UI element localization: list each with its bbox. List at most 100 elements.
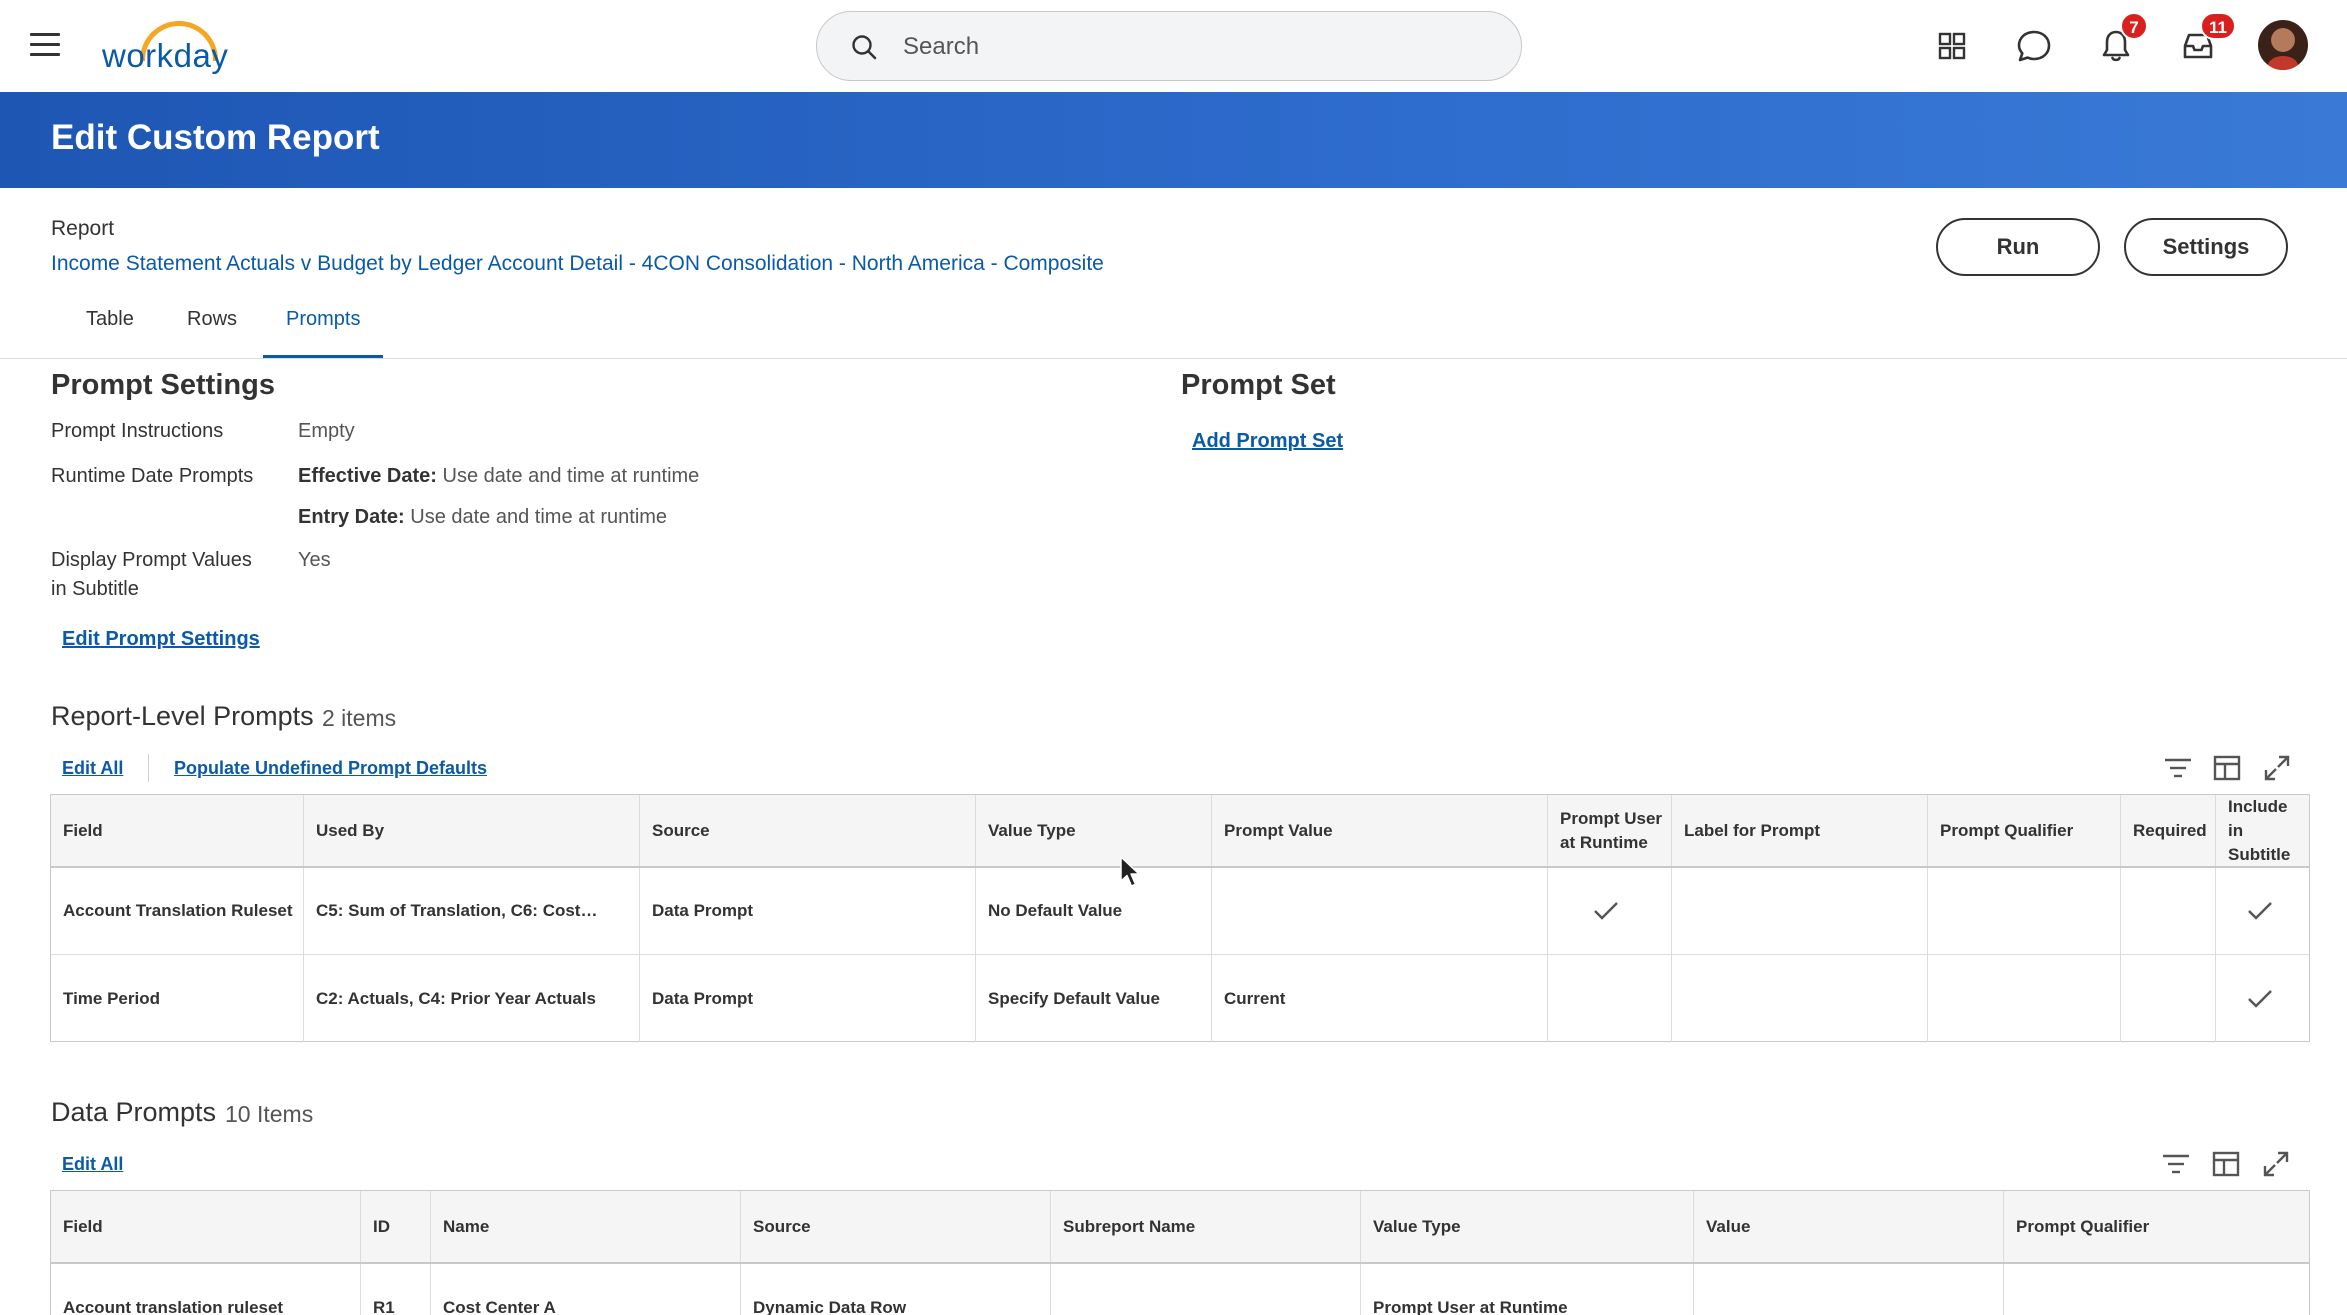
cell-label-for-prompt[interactable] <box>1672 955 1928 1042</box>
checkmark-icon <box>1593 902 1618 920</box>
col-header-prompt-user-at-runtime[interactable]: Prompt User at Runtime <box>1548 795 1672 866</box>
cell-subreport-name[interactable] <box>1051 1264 1361 1315</box>
cell-value[interactable] <box>1694 1264 2004 1315</box>
cell-prompt-user-at-runtime[interactable] <box>1548 955 1672 1042</box>
prompt-settings-heading: Prompt Settings <box>51 369 275 401</box>
cell-prompt-qualifier[interactable] <box>1928 868 2121 954</box>
cell-field[interactable]: Account translation ruleset <box>51 1264 361 1315</box>
avatar[interactable] <box>2258 20 2308 70</box>
filter-icon[interactable] <box>2160 1148 2192 1180</box>
columns-icon[interactable] <box>2211 752 2243 784</box>
prompt-set-heading: Prompt Set <box>1181 369 1336 401</box>
col-header-source[interactable]: Source <box>640 795 976 866</box>
edit-all-report-prompts-link[interactable]: Edit All <box>62 758 123 779</box>
tab-table[interactable]: Table <box>86 308 134 331</box>
col-header-value-type[interactable]: Value Type <box>976 795 1212 866</box>
col-header-field[interactable]: Field <box>51 795 304 866</box>
cell-name[interactable]: Cost Center A <box>431 1264 741 1315</box>
cell-include-in-subtitle[interactable] <box>2216 868 2311 954</box>
edit-all-data-prompts-link[interactable]: Edit All <box>62 1154 123 1175</box>
report-level-prompts-title: Report-Level Prompts <box>51 701 314 731</box>
table-row[interactable]: Account Translation Ruleset C5: Sum of T… <box>51 868 2309 955</box>
col-header-label-for-prompt[interactable]: Label for Prompt <box>1672 795 1928 866</box>
col-header-subreport-name[interactable]: Subreport Name <box>1051 1191 1361 1262</box>
col-header-prompt-qualifier[interactable]: Prompt Qualifier <box>1928 795 2121 866</box>
prompt-instructions-label: Prompt Instructions <box>51 420 224 442</box>
cell-prompt-user-at-runtime[interactable] <box>1548 868 1672 954</box>
run-button[interactable]: Run <box>1936 218 2100 276</box>
report-level-prompts-count: 2 items <box>322 705 397 731</box>
chat-icon[interactable] <box>2012 24 2056 68</box>
grid-header-row: Field ID Name Source Subreport Name Valu… <box>51 1191 2309 1264</box>
table-row[interactable]: Time Period C2: Actuals, C4: Prior Year … <box>51 955 2309 1042</box>
search-bar[interactable] <box>816 11 1522 81</box>
settings-button[interactable]: Settings <box>2124 218 2288 276</box>
data-prompts-title: Data Prompts <box>51 1097 217 1127</box>
col-header-value[interactable]: Value <box>1694 1191 2004 1262</box>
grid-header-row: Field Used By Source Value Type Prompt V… <box>51 795 2309 868</box>
col-header-used-by[interactable]: Used By <box>304 795 640 866</box>
fullscreen-icon[interactable] <box>2261 752 2293 784</box>
report-label: Report <box>51 217 115 240</box>
col-header-source[interactable]: Source <box>741 1191 1051 1262</box>
entry-date-value: Entry Date: Use date and time at runtime <box>298 503 667 532</box>
tabs-divider <box>0 358 2347 359</box>
col-header-prompt-value[interactable]: Prompt Value <box>1212 795 1548 866</box>
cell-value-type[interactable]: No Default Value <box>976 868 1212 954</box>
cell-label-for-prompt[interactable] <box>1672 868 1928 954</box>
cell-prompt-qualifier[interactable] <box>1928 955 2121 1042</box>
cell-id[interactable]: R1 <box>361 1264 431 1315</box>
search-input[interactable] <box>903 26 1483 68</box>
display-prompt-values-line1: Display Prompt Values <box>51 549 252 571</box>
cell-prompt-value[interactable] <box>1212 868 1548 954</box>
entry-date-label: Entry Date: <box>298 506 405 528</box>
cell-required[interactable] <box>2121 868 2216 954</box>
populate-defaults-link[interactable]: Populate Undefined Prompt Defaults <box>174 758 487 779</box>
col-header-include-in-subtitle[interactable]: Include in Subtitle <box>2216 795 2311 866</box>
edit-prompt-settings-link[interactable]: Edit Prompt Settings <box>62 628 260 651</box>
cell-value-type[interactable]: Prompt User at Runtime <box>1361 1264 1694 1315</box>
entry-date-text: Use date and time at runtime <box>404 506 668 528</box>
cell-source[interactable]: Data Prompt <box>640 868 976 954</box>
col-header-field[interactable]: Field <box>51 1191 361 1262</box>
search-icon <box>852 35 877 60</box>
cell-field[interactable]: Time Period <box>51 955 304 1042</box>
cell-source[interactable]: Data Prompt <box>640 955 976 1042</box>
report-level-prompts-grid: Field Used By Source Value Type Prompt V… <box>50 794 2310 1042</box>
tab-rows[interactable]: Rows <box>187 308 237 331</box>
cell-required[interactable] <box>2121 955 2216 1042</box>
col-header-prompt-qualifier[interactable]: Prompt Qualifier <box>2004 1191 2311 1262</box>
cell-prompt-value[interactable]: Current <box>1212 955 1548 1042</box>
logo-text: workday <box>102 37 229 74</box>
menu-icon[interactable] <box>30 33 60 57</box>
effective-date-text: Use date and time at runtime <box>436 465 700 487</box>
inbox-badge: 11 <box>2200 12 2236 40</box>
add-prompt-set-link[interactable]: Add Prompt Set <box>1192 430 1343 453</box>
display-prompt-values-line2: in Subtitle <box>51 578 139 600</box>
col-header-value-type[interactable]: Value Type <box>1361 1191 1694 1262</box>
cell-used-by[interactable]: C5: Sum of Translation, C6: Cost… <box>304 868 640 954</box>
top-bar: workday 7 11 <box>0 0 2347 92</box>
col-header-required[interactable]: Required <box>2121 795 2216 866</box>
display-prompt-values-value: Yes <box>298 549 331 571</box>
fullscreen-icon[interactable] <box>2260 1148 2292 1180</box>
filter-icon[interactable] <box>2162 752 2194 784</box>
table-row[interactable]: Account translation ruleset R1 Cost Cent… <box>51 1264 2309 1315</box>
report-name-link[interactable]: Income Statement Actuals v Budget by Led… <box>51 252 1104 276</box>
data-prompts-grid: Field ID Name Source Subreport Name Valu… <box>50 1190 2310 1315</box>
columns-icon[interactable] <box>2210 1148 2242 1180</box>
col-header-name[interactable]: Name <box>431 1191 741 1262</box>
cell-prompt-qualifier[interactable] <box>2004 1264 2311 1315</box>
col-header-id[interactable]: ID <box>361 1191 431 1262</box>
cell-value-type[interactable]: Specify Default Value <box>976 955 1212 1042</box>
cell-used-by[interactable]: C2: Actuals, C4: Prior Year Actuals <box>304 955 640 1042</box>
cell-source[interactable]: Dynamic Data Row <box>741 1264 1051 1315</box>
tab-prompts[interactable]: Prompts <box>286 308 360 331</box>
effective-date-label: Effective Date: <box>298 465 437 487</box>
cell-include-in-subtitle[interactable] <box>2216 955 2311 1042</box>
cell-field[interactable]: Account Translation Ruleset <box>51 868 304 954</box>
display-prompt-values-label: Display Prompt Values in Subtitle <box>51 546 252 604</box>
notifications-badge: 7 <box>2120 12 2148 40</box>
workday-logo[interactable]: workday <box>102 17 232 74</box>
apps-grid-icon[interactable] <box>1930 24 1974 68</box>
